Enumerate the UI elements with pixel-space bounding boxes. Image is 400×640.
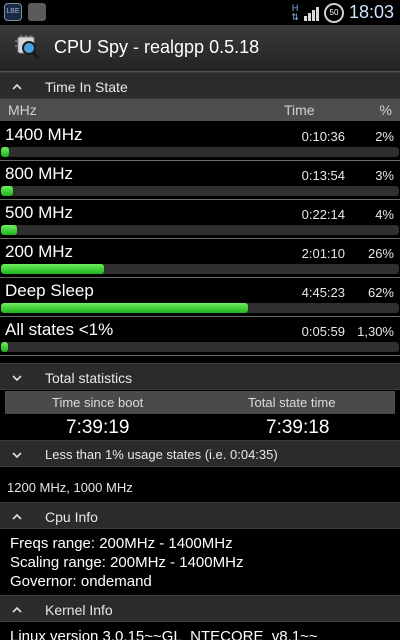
state-name: 500 MHz [5,203,74,222]
chat-icon [28,3,46,21]
state-time: 0:22:14 [301,207,345,222]
lbe-shield-icon: LBE [4,3,22,21]
progress-track [1,147,399,157]
state-percent: 62% [367,285,394,300]
total-statistics-labels: Time since boot Total state time [5,391,395,414]
state-row: 500 MHz 0:22:14 4% [0,201,400,239]
network-type-indicator: H ⇅ [291,3,299,22]
row-divider [0,277,400,278]
scaling-range: Scaling range: 200MHz - 1400MHz [10,554,244,571]
progress-fill [1,264,104,274]
state-percent: 26% [367,246,394,261]
freqs-range: Freqs range: 200MHz - 1400MHz [10,535,233,552]
less-than-1pct-header[interactable]: Less than 1% usage states (i.e. 0:04:35) [0,440,400,467]
system-icons: H ⇅ 50 18:03 [291,2,394,23]
state-time: 4:45:23 [301,285,345,300]
progress-fill [1,147,9,157]
state-time: 0:10:36 [301,129,345,144]
progress-track [1,342,399,352]
chevron-up-icon [12,606,22,613]
progress-track [1,186,399,196]
total-state-time-label: Total state time [248,395,336,410]
section-label: Kernel Info [45,602,113,618]
state-percent: 1,30% [357,324,394,339]
row-divider [0,160,400,161]
battery-icon: 50 [323,2,344,23]
state-name: Deep Sleep [5,281,94,300]
column-mhz: MHz [8,102,37,118]
progress-fill [1,303,248,313]
column-header: MHz Time % [0,99,400,121]
section-label: Less than 1% usage states (i.e. 0:04:35) [45,447,278,462]
time-in-state-header[interactable]: Time In State [0,72,400,99]
status-bar: LBE H ⇅ 50 18:03 [0,0,400,25]
section-label: Total statistics [45,370,133,386]
progress-fill [1,225,17,235]
row-divider [0,316,400,317]
app-magnifier-icon[interactable] [12,33,42,63]
state-row: 800 MHz 0:13:54 3% [0,162,400,200]
state-time: 0:13:54 [301,168,345,183]
low-usage-states: 1200 MHz, 1000 MHz [7,480,133,495]
notification-icons: LBE [4,3,46,21]
time-since-boot-value: 7:39:19 [66,417,130,438]
row-divider [0,199,400,200]
state-time: 2:01:10 [301,246,345,261]
data-activity-icon: ⇅ [291,11,299,22]
state-name: 800 MHz [5,164,74,183]
state-name: 200 MHz [5,242,74,261]
kernel-version: Linux version 3.0.15~~GL_NTECORE_v8.1~~ [10,628,318,640]
governor: Governor: ondemand [10,573,152,590]
state-row: 1400 MHz 0:10:36 2% [0,123,400,161]
clock: 18:03 [348,2,394,22]
time-since-boot-label: Time since boot [52,395,144,410]
row-divider [0,355,400,356]
total-state-time-value: 7:39:18 [266,417,330,438]
state-row: All states <1% 0:05:59 1,30% [0,318,400,356]
state-percent: 2% [375,129,394,144]
progress-track [1,225,399,235]
column-percent: % [379,102,392,118]
chevron-down-icon [12,452,22,459]
state-time: 0:05:59 [301,324,345,339]
progress-fill [1,342,8,352]
app-title: CPU Spy - realgpp 0.5.18 [54,37,260,57]
column-time: Time [284,102,315,118]
action-bar: CPU Spy - realgpp 0.5.18 [0,25,400,72]
state-name: All states <1% [5,320,114,339]
state-percent: 4% [375,207,394,222]
progress-track [1,264,399,274]
signal-strength-icon [303,5,319,21]
cpu-info-header[interactable]: Cpu Info [0,502,400,529]
kernel-info-header[interactable]: Kernel Info [0,595,400,622]
state-row: Deep Sleep 4:45:23 62% [0,279,400,317]
state-row: 200 MHz 2:01:10 26% [0,240,400,278]
chevron-up-icon [12,83,22,90]
chevron-down-icon [12,375,22,382]
state-name: 1400 MHz [5,125,83,144]
progress-fill [1,186,13,196]
progress-track [1,303,399,313]
row-divider [0,238,400,239]
total-statistics-header[interactable]: Total statistics [0,363,400,390]
state-percent: 3% [375,168,394,183]
section-label: Cpu Info [45,509,98,525]
chevron-up-icon [12,513,22,520]
section-label: Time In State [45,79,128,95]
